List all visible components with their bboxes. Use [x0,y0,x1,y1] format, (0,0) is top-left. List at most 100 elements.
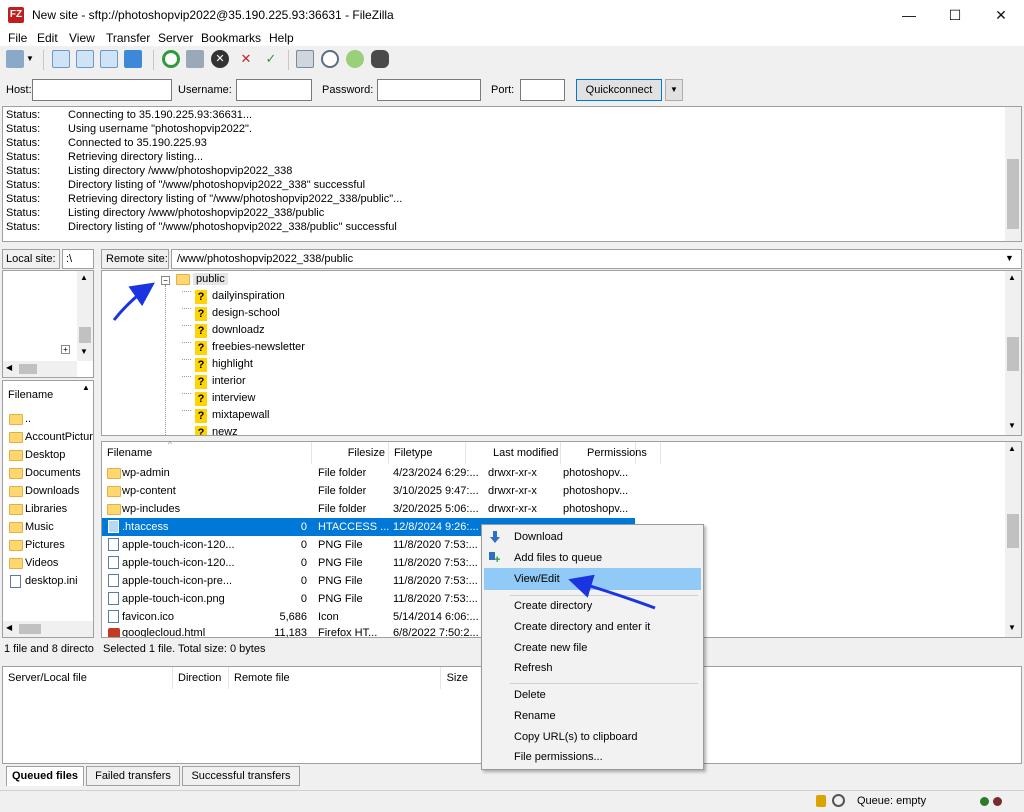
list-item[interactable]: Videos [3,555,93,573]
column-header-filename[interactable]: Filename [102,442,312,464]
directory-comparison-icon[interactable] [296,50,314,68]
column-header-filesize[interactable]: Filesize [312,442,389,464]
toggle-local-tree-icon[interactable] [76,50,94,68]
tree-node[interactable]: highlight [212,358,253,370]
remote-path-dropdown-icon[interactable]: ▼ [1005,253,1014,263]
menu-transfer[interactable]: Transfer [106,31,150,45]
tree-node[interactable]: design-school [212,307,280,319]
local-tree-hscroll[interactable]: ◀ [3,361,77,377]
log-scrollbar-thumb[interactable] [1007,159,1019,229]
remote-path-input[interactable]: /www/photoshopvip2022_338/public [171,249,1022,269]
close-button[interactable]: ✕ [978,0,1024,30]
local-filename-header[interactable]: Filename [8,389,53,401]
list-item[interactable]: Documents [3,465,93,483]
remote-list-scroll-thumb[interactable] [1007,514,1019,548]
menu-edit[interactable]: Edit [37,31,58,45]
menu-item-rename[interactable]: Rename [514,710,556,722]
minimize-button[interactable]: — [886,0,932,30]
queue-header-server[interactable]: Server/Local file [3,667,173,689]
list-item[interactable]: .. [3,411,93,429]
speed-limit-icon[interactable] [832,794,845,807]
toggle-queue-icon[interactable] [124,50,142,68]
tree-node[interactable]: dailyinspiration [212,290,285,302]
tree-node[interactable]: newz [212,426,238,435]
expand-node-icon[interactable]: + [61,345,70,354]
tree-node[interactable]: interior [212,375,246,387]
toggle-remote-tree-icon[interactable] [100,50,118,68]
list-item[interactable]: Downloads [3,483,93,501]
list-item[interactable]: Music [3,519,93,537]
menu-item-delete[interactable]: Delete [514,689,546,701]
tree-node[interactable]: mixtapewall [212,409,269,421]
local-site-path-select[interactable]: :\ [62,249,94,269]
scroll-up-icon[interactable]: ▲ [1008,273,1016,282]
remote-tree-vscroll[interactable]: ▲ ▼ [1005,271,1021,435]
username-input[interactable] [236,79,312,101]
tab-queued-files[interactable]: Queued files [6,766,84,786]
table-row[interactable]: wp-admin File folder 4/23/2024 6:29:... … [102,464,1005,482]
remote-tree-scroll-thumb[interactable] [1007,337,1019,371]
scroll-down-icon[interactable]: ▼ [80,347,88,356]
quickconnect-dropdown-icon[interactable]: ▼ [665,79,683,101]
menu-item-copy-url[interactable]: Copy URL(s) to clipboard [514,731,638,743]
tree-node-public[interactable]: public [193,273,228,285]
tree-node[interactable]: interview [212,392,255,404]
host-input[interactable] [32,79,172,101]
port-input[interactable] [520,79,565,101]
site-manager-icon[interactable] [6,50,24,68]
menu-server[interactable]: Server [158,31,193,45]
tab-failed-transfers[interactable]: Failed transfers [86,766,180,786]
scroll-down-icon[interactable]: ▼ [1008,623,1016,632]
menu-item-create-new-file[interactable]: Create new file [514,642,587,654]
menu-item-view-edit[interactable]: View/Edit [514,573,560,585]
column-header-filetype[interactable]: Filetype [389,442,466,464]
menu-help[interactable]: Help [269,31,294,45]
list-item[interactable]: desktop.ini [3,573,93,591]
menu-file[interactable]: File [8,31,27,45]
table-row[interactable]: wp-content File folder 3/10/2025 9:47:..… [102,482,1005,500]
table-row[interactable]: wp-includes File folder 3/20/2025 5:06:.… [102,500,1005,518]
scroll-down-icon[interactable]: ▼ [1008,421,1016,430]
cancel-operation-icon[interactable]: ✕ [211,50,229,68]
scroll-left-icon[interactable]: ◀ [6,363,12,372]
scroll-up-icon[interactable]: ▲ [79,381,93,409]
quickconnect-button[interactable]: Quickconnect [576,79,662,101]
process-queue-icon[interactable] [186,50,204,68]
list-item[interactable]: Desktop [3,447,93,465]
menu-item-create-directory-enter[interactable]: Create directory and enter it [514,621,650,633]
disconnect-icon[interactable]: ✕ [237,50,255,68]
reconnect-icon[interactable]: ✓ [262,50,280,68]
queue-header-size[interactable]: Size [441,667,471,689]
local-tree-scroll-thumb[interactable] [79,327,91,343]
site-manager-dropdown-icon[interactable]: ▼ [26,50,38,68]
scroll-left-icon[interactable]: ◀ [6,623,12,632]
toggle-log-icon[interactable] [52,50,70,68]
scroll-up-icon[interactable]: ▲ [1008,444,1016,453]
password-input[interactable] [377,79,481,101]
local-list-hscroll[interactable]: ◀ [3,621,93,637]
local-list-hscroll-thumb[interactable] [19,624,41,634]
tab-successful-transfers[interactable]: Successful transfers [182,766,300,786]
menu-bookmarks[interactable]: Bookmarks [201,31,261,45]
list-item[interactable]: AccountPictur [3,429,93,447]
menu-item-download[interactable]: Download [514,531,563,543]
scroll-up-icon[interactable]: ▲ [80,273,88,282]
menu-item-create-directory[interactable]: Create directory [514,600,592,612]
local-tree-vscroll[interactable]: ▲ ▼ [77,271,93,361]
menu-item-add-files-to-queue[interactable]: Add files to queue [514,552,602,564]
queue-header-remote[interactable]: Remote file [229,667,441,689]
collapse-node-icon[interactable]: − [161,276,170,285]
log-scrollbar[interactable] [1005,107,1021,241]
maximize-button[interactable]: ☐ [932,0,978,30]
queue-header-direction[interactable]: Direction [173,667,229,689]
tree-node[interactable]: downloadz [212,324,265,336]
search-icon[interactable] [321,50,339,68]
list-item[interactable]: Pictures [3,537,93,555]
menu-view[interactable]: View [69,31,95,45]
list-item[interactable]: Libraries [3,501,93,519]
remote-list-vscroll[interactable]: ▲ ▼ [1005,442,1021,637]
local-tree-hscroll-thumb[interactable] [19,364,37,374]
menu-item-file-permissions[interactable]: File permissions... [514,751,603,763]
sync-browsing-icon[interactable] [346,50,364,68]
menu-item-refresh[interactable]: Refresh [514,662,553,674]
